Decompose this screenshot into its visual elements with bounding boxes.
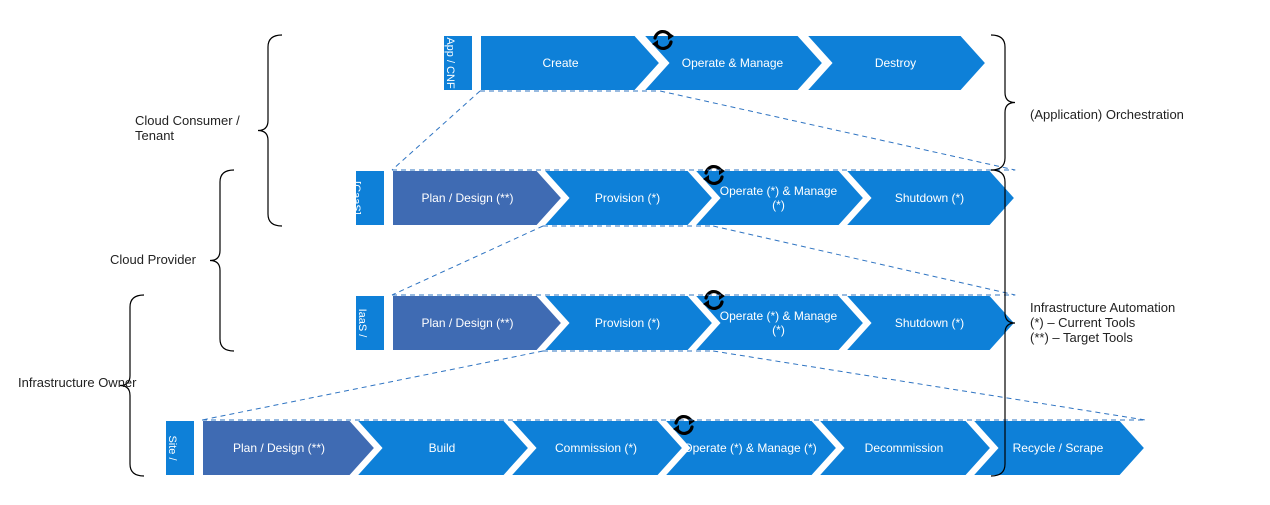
role-consumer: Cloud Consumer / Tenant bbox=[135, 113, 255, 143]
role-owner: Infrastructure Owner bbox=[18, 375, 138, 390]
row-tab-caas: [CaaS] bbox=[341, 170, 371, 226]
role-provider: Cloud Provider bbox=[110, 252, 230, 267]
right-label: (Application) Orchestration bbox=[1030, 107, 1260, 122]
diagram-stage: App / CNF / VNFCreateOperate & ManageDes… bbox=[0, 0, 1270, 505]
row-tab-phys: Site / Physical bbox=[151, 420, 181, 476]
row-tab-iaas: IaaS / CaaS bbox=[341, 295, 371, 351]
right-label: Infrastructure Automation(*) – Current T… bbox=[1030, 300, 1260, 345]
row-tab-app: App / CNF / VNF bbox=[429, 35, 459, 91]
